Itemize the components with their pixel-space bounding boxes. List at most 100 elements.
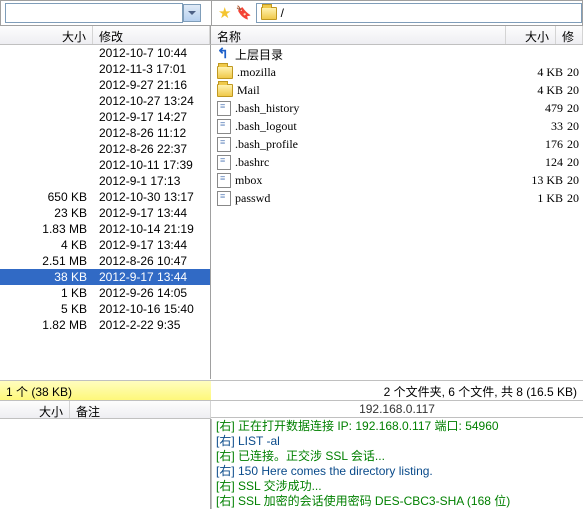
right-col-name[interactable]: 名称	[211, 26, 506, 44]
log-line: [右] 150 Here comes the directory listing…	[216, 464, 579, 479]
cell-modified: 2012-8-26 22:37	[93, 142, 210, 156]
log-line: [右] SSL 加密的会话使用密码 DES-CBC3-SHA (168 位)	[216, 494, 579, 509]
list-row[interactable]: .bashrc12420	[211, 153, 583, 171]
log-pane[interactable]: [右] 正在打开数据连接 IP: 192.168.0.117 端口: 54960…	[211, 419, 583, 509]
cell-modified: 2012-9-17 14:27	[93, 110, 210, 124]
file-icon	[217, 137, 231, 152]
remote-status-text: 2 个文件夹, 6 个文件, 共 8 (16.5 KB)	[384, 385, 577, 399]
cell-size: 38 KB	[0, 270, 93, 284]
remote-file-list[interactable]: 上层目录 .mozilla4 KB20Mail4 KB20.bash_histo…	[211, 45, 583, 379]
list-row[interactable]: passwd 1 KB 20	[211, 189, 583, 207]
cell-size: 23 KB	[0, 206, 93, 220]
log-line: [右] LIST -al	[216, 434, 579, 449]
cell-modified: 2012-10-30 13:17	[93, 190, 210, 204]
cell-name: mbox	[235, 173, 511, 188]
cell-size: 13 KB	[515, 173, 563, 188]
list-row[interactable]: 2012-10-7 10:44	[0, 45, 210, 61]
list-row[interactable]: 2012-8-26 22:37	[0, 141, 210, 157]
cell-modified: 2012-9-17 13:44	[93, 206, 210, 220]
list-row[interactable]: Mail 4 KB 20	[211, 81, 583, 99]
bottom-col-size[interactable]: 大小	[0, 401, 70, 418]
bottom-col-notes[interactable]: 备注	[70, 401, 211, 418]
parent-dir-label: 上层目录	[235, 46, 583, 63]
remote-status-bar: 2 个文件夹, 6 个文件, 共 8 (16.5 KB)	[211, 380, 583, 401]
local-file-list[interactable]: 2012-10-7 10:442012-11-3 17:012012-9-27 …	[0, 45, 211, 379]
cell-modified: 2012-9-1 17:13	[93, 174, 210, 188]
cell-modified: 20	[567, 83, 583, 98]
cell-modified: 2012-10-27 13:24	[93, 94, 210, 108]
list-row[interactable]: 2012-10-11 17:39	[0, 157, 210, 173]
cell-modified: 2012-10-14 21:19	[93, 222, 210, 236]
list-row[interactable]: 5 KB2012-10-16 15:40	[0, 301, 210, 317]
bookmark-icon[interactable]: 🔖	[235, 5, 251, 21]
cell-modified: 2012-8-26 10:47	[93, 254, 210, 268]
cell-size: 4 KB	[0, 238, 93, 252]
list-row[interactable]: .bash_profile17620	[211, 135, 583, 153]
local-status-text: 1 个 (38 KB)	[6, 385, 72, 399]
cell-size: 1 KB	[515, 191, 563, 206]
favorite-icon[interactable]: ★	[218, 4, 231, 22]
right-col-size[interactable]: 大小	[506, 26, 556, 44]
file-icon	[217, 173, 231, 188]
cell-size: 5 KB	[0, 302, 93, 316]
list-row[interactable]: 2012-11-3 17:01	[0, 61, 210, 77]
cell-name: .bash_history	[235, 101, 511, 116]
cell-size: 4 KB	[515, 65, 563, 80]
list-row[interactable]: .bash_logout 33 20	[211, 117, 583, 135]
cell-modified: 20	[567, 191, 583, 206]
cell-size: 1 KB	[0, 286, 93, 300]
cell-size: 124	[515, 155, 563, 170]
list-row[interactable]: 1.82 MB2012-2-22 9:35	[0, 317, 210, 333]
cell-modified: 20	[567, 119, 583, 134]
cell-size: 176	[515, 137, 563, 152]
cell-modified: 2012-10-7 10:44	[93, 46, 210, 60]
list-row[interactable]: 23 KB2012-9-17 13:44	[0, 205, 210, 221]
cell-size: 479	[515, 101, 563, 116]
cell-size: 1.82 MB	[0, 318, 93, 332]
list-row[interactable]: 2012-9-17 14:27	[0, 109, 210, 125]
cell-modified: 2012-9-26 14:05	[93, 286, 210, 300]
file-icon	[217, 155, 231, 170]
list-row[interactable]: .bash_history 479 20	[211, 99, 583, 117]
cell-modified: 2012-8-26 11:12	[93, 126, 210, 140]
list-row[interactable]: 2012-8-26 11:12	[0, 125, 210, 141]
list-row[interactable]: 2012-10-27 13:24	[0, 93, 210, 109]
cell-size: 650 KB	[0, 190, 93, 204]
cell-size: 1.83 MB	[0, 222, 93, 236]
remote-ip-bar: 192.168.0.117	[211, 401, 583, 418]
parent-dir-row[interactable]: 上层目录	[211, 45, 583, 63]
list-row[interactable]: 2012-9-1 17:13	[0, 173, 210, 189]
list-row[interactable]: 1.83 MB2012-10-14 21:19	[0, 221, 210, 237]
left-col-size[interactable]: 大小	[0, 26, 93, 44]
list-row[interactable]: 1 KB2012-9-26 14:05	[0, 285, 210, 301]
left-col-modified[interactable]: 修改	[93, 26, 210, 44]
cell-modified: 2012-2-22 9:35	[93, 318, 210, 332]
cell-size: 4 KB	[515, 83, 563, 98]
remote-path-input[interactable]: /	[256, 3, 582, 23]
remote-path-value: /	[281, 6, 284, 20]
chevron-down-icon[interactable]	[183, 4, 201, 22]
list-row[interactable]: 2.51 MB2012-8-26 10:47	[0, 253, 210, 269]
cell-name: .bash_logout	[235, 119, 511, 134]
local-path-dropdown[interactable]	[5, 3, 183, 23]
file-icon	[217, 119, 231, 134]
right-col-modified[interactable]: 修	[556, 26, 583, 44]
file-icon	[217, 191, 231, 206]
cell-size: 33	[515, 119, 563, 134]
cell-modified: 2012-10-16 15:40	[93, 302, 210, 316]
cell-modified: 20	[567, 137, 583, 152]
list-row[interactable]: mbox13 KB20	[211, 171, 583, 189]
queue-pane	[0, 419, 211, 509]
up-arrow-icon	[217, 47, 231, 61]
list-row[interactable]: 4 KB2012-9-17 13:44	[0, 237, 210, 253]
list-row[interactable]: .mozilla4 KB20	[211, 63, 583, 81]
list-row[interactable]: 650 KB2012-10-30 13:17	[0, 189, 210, 205]
local-path-bar	[0, 0, 211, 26]
remote-path-bar: ★ 🔖 /	[211, 0, 583, 26]
cell-modified: 20	[567, 101, 583, 116]
list-row[interactable]: 2012-9-27 21:16	[0, 77, 210, 93]
cell-name: passwd	[235, 191, 511, 206]
list-row[interactable]: 38 KB2012-9-17 13:44	[0, 269, 210, 285]
cell-modified: 2012-9-17 13:44	[93, 238, 210, 252]
cell-name: Mail	[237, 83, 511, 98]
